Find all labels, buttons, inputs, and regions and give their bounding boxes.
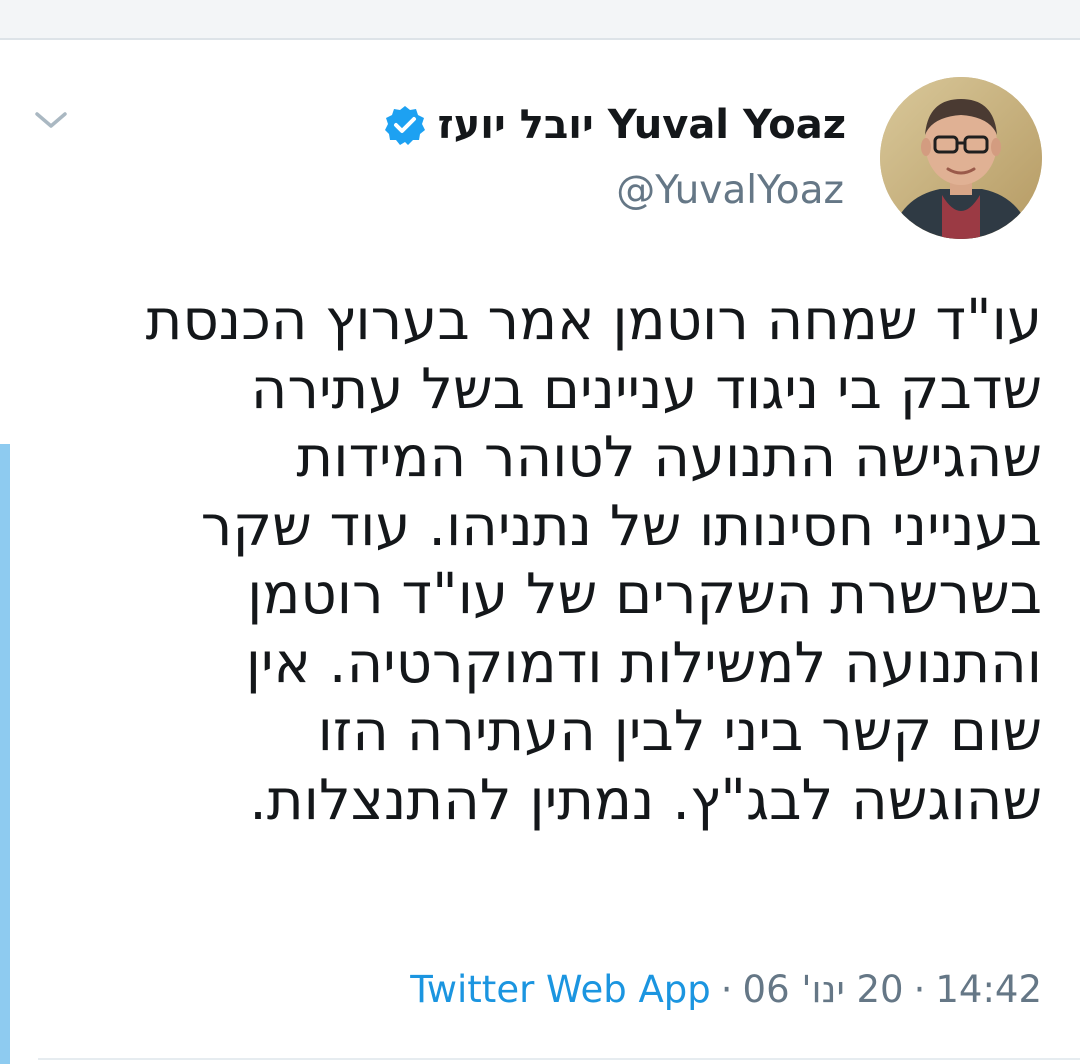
tweet-text-line: והתנועה למשילות ודמוקרטיה. אין	[245, 630, 1042, 696]
tweet-text-line: שדבק בי ניגוד עניינים בשל עתירה	[250, 356, 1042, 422]
chevron-down-icon[interactable]	[34, 108, 68, 132]
tweet-text-line: שום קשר ביני לבין העתירה הזו	[317, 699, 1042, 764]
tweet-text-line: שהגישה התנועה לטוהר המידות	[296, 425, 1042, 490]
tweet-text-line: שהוגשה לבג"ץ. נמתין להתנצלות.	[249, 767, 1042, 833]
avatar[interactable]	[880, 77, 1042, 239]
display-name: יובל יועז Yuval Yoaz	[437, 102, 846, 148]
source-app-link[interactable]: Twitter Web App	[410, 968, 710, 1011]
tweet-text: עו"ד שמחה רוטמן אמר בערוץ הכנסת שדבק בי …	[30, 287, 1042, 835]
meta-separator: ·	[913, 968, 926, 1011]
verified-badge-icon	[384, 106, 425, 145]
tweet-meta: Twitter Web App · 20 ינו' 06 · 14:42	[410, 968, 1042, 1011]
tweet-text-line: בשרשרת השקרים של עו"ד רוטמן	[247, 562, 1042, 627]
tweet-time[interactable]: 14:42	[935, 968, 1042, 1011]
divider	[38, 1058, 1080, 1060]
top-bar	[0, 0, 1080, 40]
meta-separator: ·	[720, 968, 733, 1011]
avatar-image	[880, 77, 1042, 239]
tweet-date[interactable]: 20 ינו' 06	[743, 968, 904, 1011]
tweet-text-line: בענייני חסינותו של נתניהו. עוד שקר	[200, 493, 1042, 559]
scroll-accent-bar	[0, 444, 10, 1064]
user-handle[interactable]: @YuvalYoaz	[616, 168, 844, 213]
tweet-text-line: עו"ד שמחה רוטמן אמר בערוץ הכנסת	[145, 288, 1042, 353]
user-name-row[interactable]: יובל יועז Yuval Yoaz	[384, 96, 846, 154]
